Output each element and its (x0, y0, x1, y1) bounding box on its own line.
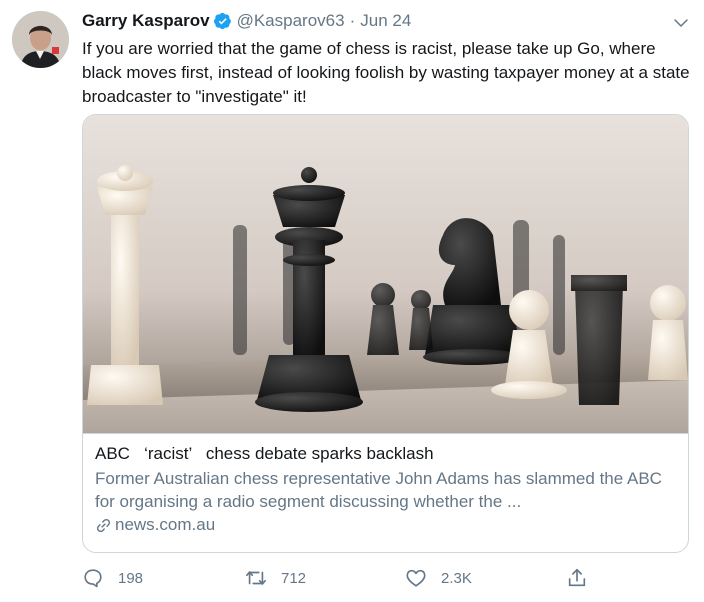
reply-count: 198 (118, 569, 144, 587)
link-icon (96, 518, 111, 532)
like-count: 2.3K (441, 569, 472, 587)
author-name[interactable]: Garry Kasparov (82, 11, 210, 31)
author-handle[interactable]: @Kasparov63 (237, 11, 345, 31)
retweet-button[interactable]: 712 (245, 564, 306, 592)
avatar[interactable] (12, 11, 69, 68)
link-card[interactable]: ABC ‘racist’ chess debate sparks backlas… (82, 114, 689, 553)
avatar-image (12, 11, 69, 68)
card-title: ABC ‘racist’ chess debate sparks backlas… (95, 444, 434, 463)
card-domain-text: news.com.au (115, 515, 216, 534)
tweet-text: If you are worried that the game of ches… (82, 39, 690, 106)
card-domain: news.com.au (95, 515, 680, 535)
reply-icon (84, 569, 102, 588)
chevron-down-icon[interactable] (672, 14, 690, 32)
card-description: Former Australian chess representative J… (95, 469, 662, 511)
reply-button[interactable]: 198 (82, 564, 143, 592)
verified-badge-icon (213, 12, 231, 30)
share-icon (568, 568, 586, 587)
card-image (83, 115, 688, 433)
retweet-icon (246, 571, 266, 585)
tweet-date[interactable]: Jun 24 (360, 11, 411, 31)
header-separator: · (349, 11, 356, 30)
card-body: ABC ‘racist’ chess debate sparks backlas… (95, 443, 680, 535)
retweet-count: 712 (281, 569, 307, 587)
card-divider (83, 433, 688, 434)
tweet[interactable]: Garry Kasparov @Kasparov63 · Jun 24 If y… (0, 0, 704, 602)
like-button[interactable]: 2.3K (405, 564, 472, 592)
share-button[interactable] (566, 564, 602, 592)
like-icon (406, 569, 426, 587)
tweet-header: Garry Kasparov @Kasparov63 · Jun 24 (82, 10, 411, 32)
tweet-actions: 198 712 2.3K (82, 564, 602, 592)
